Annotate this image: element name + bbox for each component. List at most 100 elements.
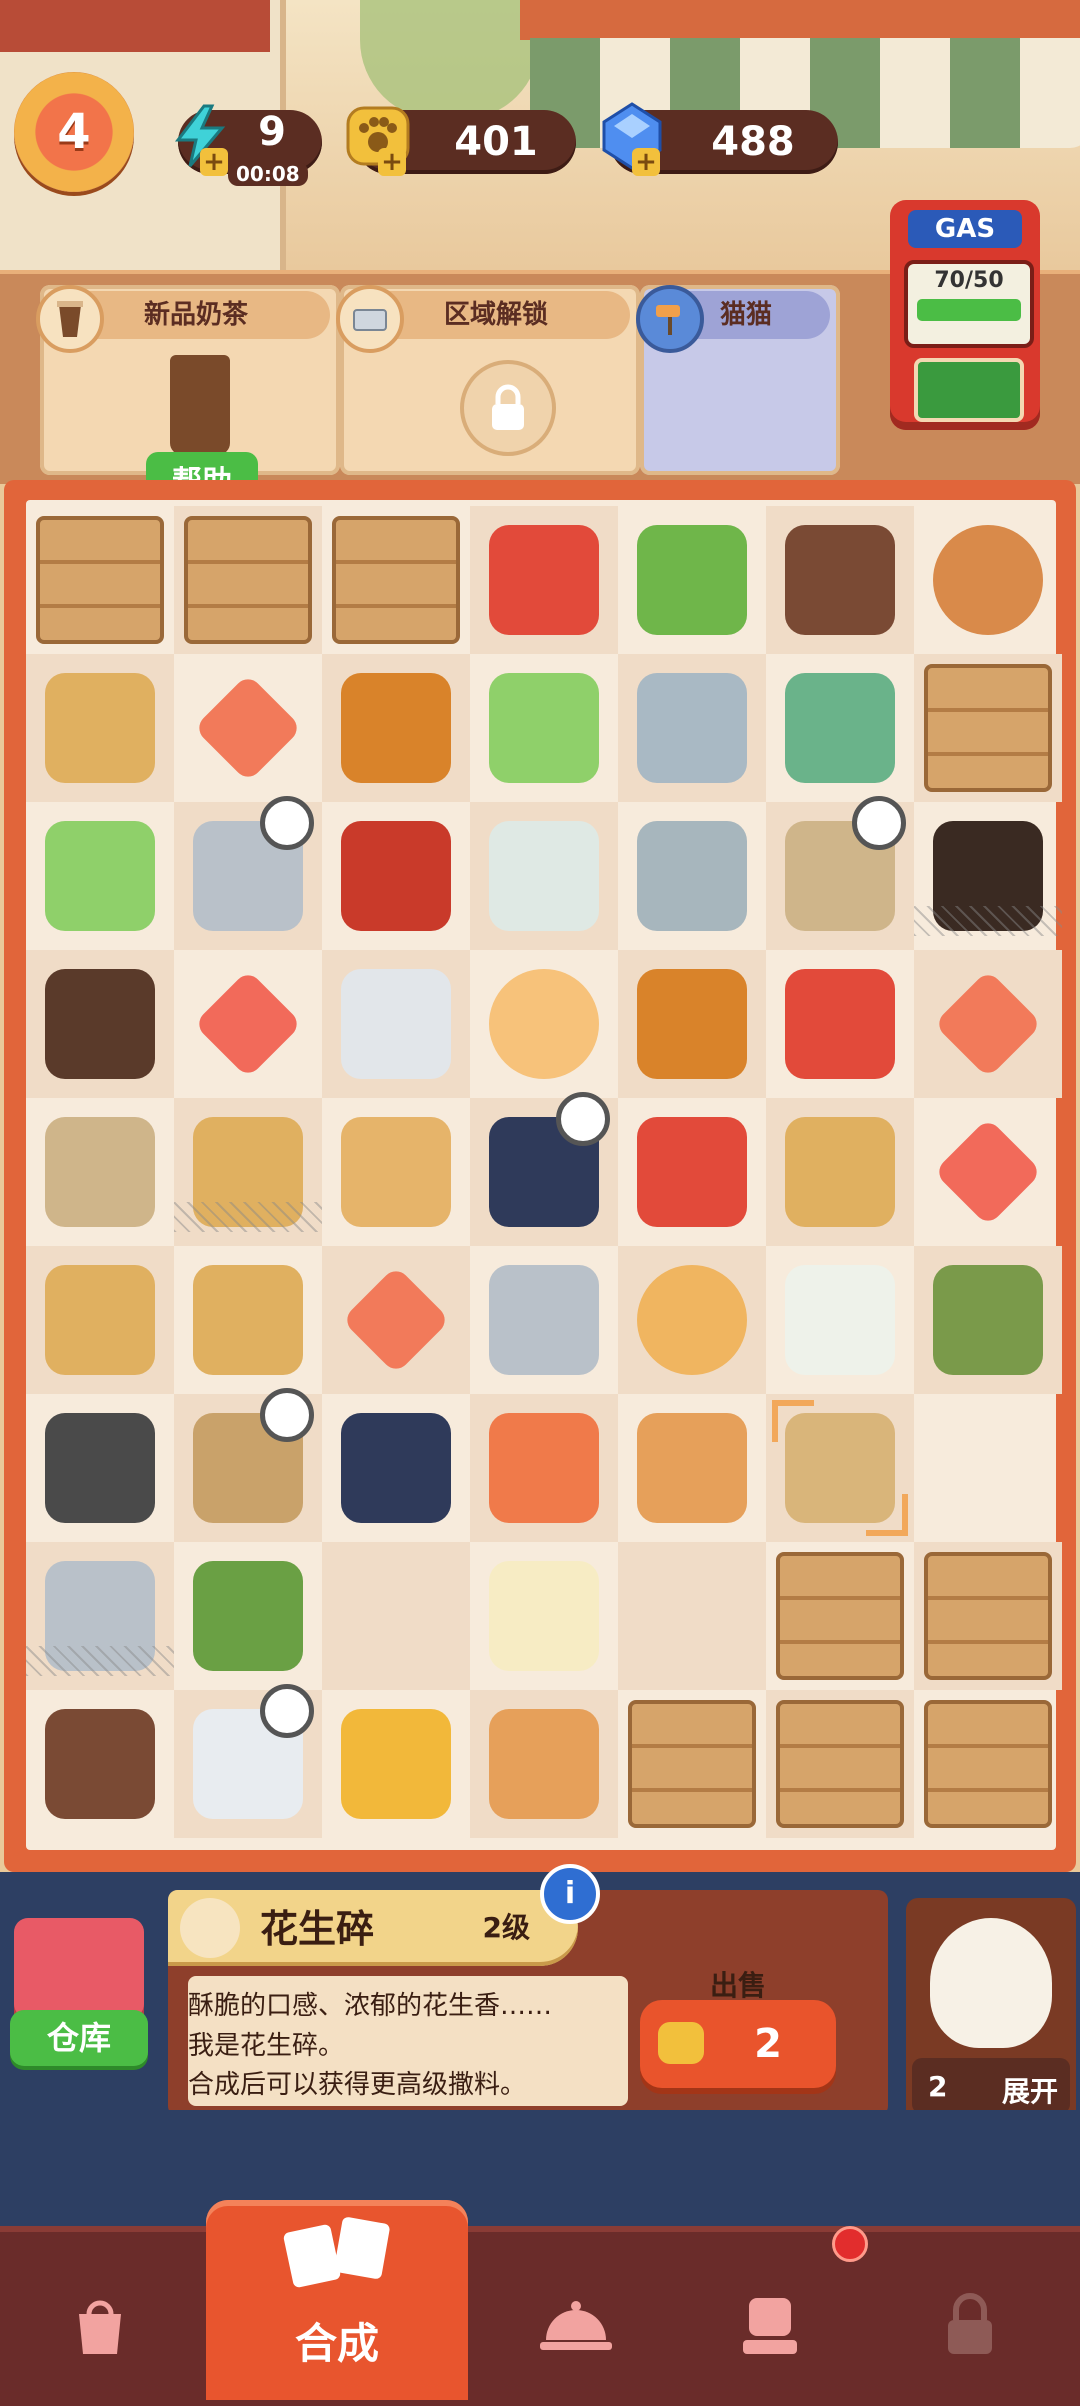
peanuts-icon — [785, 1413, 895, 1523]
grid-cell[interactable] — [470, 654, 618, 802]
grid-cell[interactable] — [174, 1246, 322, 1394]
egg-icon — [489, 969, 599, 1079]
grid-cell[interactable] — [766, 1690, 914, 1838]
crate-icon — [924, 1552, 1052, 1680]
grid-cell[interactable] — [322, 802, 470, 950]
lucky-cat-panel[interactable]: 2 展开 — [906, 1898, 1076, 2122]
grid-cell[interactable] — [766, 950, 914, 1098]
sell-button[interactable]: 出售 2 — [640, 1969, 836, 2088]
grid-cell[interactable] — [174, 796, 322, 950]
grid-cell[interactable] — [26, 802, 174, 950]
grid-cell[interactable] — [26, 1246, 174, 1394]
grid-cell[interactable] — [322, 1098, 470, 1246]
gas-pump-screen: 70/50 — [904, 260, 1034, 348]
grid-cell[interactable] — [26, 654, 174, 802]
grid-cell[interactable] — [766, 506, 914, 654]
grid-cell[interactable] — [174, 1684, 322, 1838]
grid-cell[interactable] — [174, 506, 322, 654]
grid-cell[interactable] — [26, 1690, 174, 1838]
grid-cell[interactable] — [174, 654, 322, 802]
grid-cell[interactable] — [26, 1542, 174, 1690]
grid-cell[interactable] — [618, 1542, 766, 1690]
grid-cell[interactable] — [914, 802, 1062, 950]
grid-cell[interactable] — [322, 1542, 470, 1690]
add-gem-icon[interactable]: + — [632, 148, 660, 176]
info-icon[interactable]: i — [540, 1864, 600, 1924]
grid-cell[interactable] — [470, 1394, 618, 1542]
warehouse-button[interactable]: 仓库 — [10, 1918, 148, 2066]
nav-tab-character[interactable] — [680, 2250, 860, 2400]
triangle-icon — [933, 969, 1043, 1079]
grid-cell[interactable] — [322, 506, 470, 654]
grid-cell[interactable] — [914, 950, 1062, 1098]
grid-cell[interactable] — [174, 1542, 322, 1690]
nav-merge-label: 合成 — [294, 2319, 379, 2368]
grid-cell[interactable] — [322, 1690, 470, 1838]
nav-tab-merge[interactable]: 合成 — [206, 2200, 468, 2400]
ink-icon — [341, 1413, 451, 1523]
grid-cell[interactable] — [766, 796, 914, 950]
grid-cell[interactable] — [618, 1394, 766, 1542]
grid-cell[interactable] — [618, 506, 766, 654]
grid-cell[interactable] — [174, 950, 322, 1098]
grid-cell[interactable] — [470, 802, 618, 950]
grid-cell[interactable] — [766, 1098, 914, 1246]
lucky-cat-icon — [930, 1918, 1052, 2048]
gas-pump-title: GAS — [908, 210, 1022, 248]
grid-cell[interactable] — [618, 1098, 766, 1246]
grid-cell[interactable] — [914, 1394, 1062, 1542]
grid-cell[interactable] — [914, 506, 1062, 654]
grid-cell[interactable] — [618, 1690, 766, 1838]
grid-cell[interactable] — [470, 950, 618, 1098]
grid-cell[interactable] — [914, 654, 1062, 802]
add-paw-coin-icon[interactable]: + — [378, 148, 406, 176]
grid-cell[interactable] — [470, 1690, 618, 1838]
grid-cell[interactable] — [470, 1246, 618, 1394]
grid-cell[interactable] — [26, 1394, 174, 1542]
gas-pump[interactable]: GAS 70/50 — [890, 200, 1040, 430]
gem-icon — [341, 1265, 451, 1375]
grid-cell[interactable] — [618, 802, 766, 950]
grid-cell[interactable] — [618, 950, 766, 1098]
grid-cell[interactable] — [322, 654, 470, 802]
shop-sign — [0, 0, 270, 52]
notification-dot — [832, 2226, 868, 2262]
cards-icon — [278, 2212, 398, 2292]
gas-pump-value: 70/50 — [934, 268, 1004, 293]
grid-cell[interactable] — [174, 1098, 322, 1246]
grid-cell[interactable] — [26, 1098, 174, 1246]
grid-cell[interactable] — [914, 1542, 1062, 1690]
grid-cell[interactable] — [322, 950, 470, 1098]
gem-counter[interactable]: + 488 — [602, 102, 838, 176]
grid-cell[interactable] — [26, 506, 174, 654]
meatball-icon — [933, 525, 1043, 635]
grid-cell[interactable] — [26, 950, 174, 1098]
grid-cell[interactable] — [618, 1246, 766, 1394]
paw-coin-counter[interactable]: + 401 — [346, 106, 576, 176]
event-card-milk-tea[interactable]: 新品奶茶 — [36, 285, 340, 475]
grid-cell[interactable] — [470, 1092, 618, 1246]
grid-cell[interactable] — [470, 1542, 618, 1690]
grid-cell[interactable] — [766, 1542, 914, 1690]
box-icon — [45, 1265, 155, 1375]
grid-cell[interactable] — [914, 1690, 1062, 1838]
expand-button[interactable]: 展开 — [1002, 2070, 1058, 2110]
nav-tab-kitchen[interactable] — [486, 2250, 666, 2400]
grid-cell[interactable] — [914, 1246, 1062, 1394]
event-card-cat[interactable]: 猫猫 — [636, 285, 840, 475]
grid-cell[interactable] — [766, 1394, 914, 1542]
grid-cell[interactable] — [766, 654, 914, 802]
grid-cell[interactable] — [766, 1246, 914, 1394]
grid-cell[interactable] — [914, 1098, 1062, 1246]
nav-tab-shop[interactable] — [10, 2250, 190, 2400]
grid-cell[interactable] — [322, 1394, 470, 1542]
grid-cell[interactable] — [470, 506, 618, 654]
player-level-badge[interactable]: 4 — [14, 72, 134, 192]
grid-cell[interactable] — [322, 1246, 470, 1394]
grid-cell[interactable] — [618, 654, 766, 802]
tofu-icon — [489, 1561, 599, 1671]
cobweb-icon — [914, 906, 1062, 936]
grid-cell[interactable] — [174, 1388, 322, 1542]
milk-tea-cup-icon — [170, 355, 230, 455]
nav-tab-locked[interactable] — [880, 2250, 1060, 2400]
